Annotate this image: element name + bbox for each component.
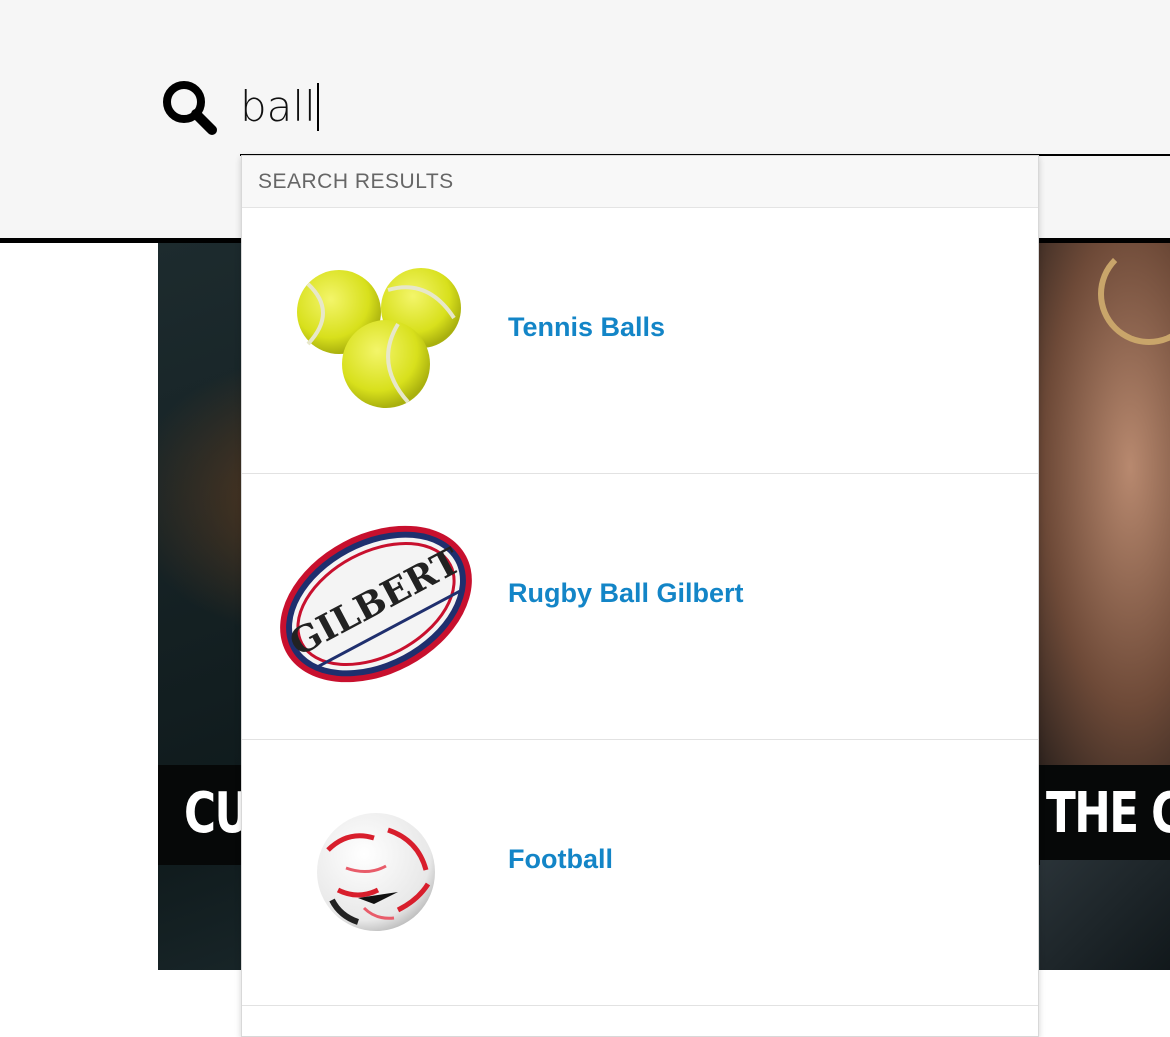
search-result-item[interactable]: Football <box>242 740 1038 1006</box>
hero-headline-left: CU <box>184 781 250 846</box>
search-icon[interactable] <box>160 78 220 136</box>
search-result-link[interactable]: Tennis Balls <box>508 312 665 343</box>
search-input[interactable]: ball <box>240 76 1170 156</box>
rugby-ball-image[interactable]: GILBERT <box>278 514 474 694</box>
search-result-item[interactable]: GILBERT Rugby Ball Gilbert <box>242 474 1038 740</box>
search-query-text: ball <box>240 82 319 131</box>
hero-jacket-image <box>1040 860 1170 970</box>
text-caret <box>316 83 319 131</box>
search-results-dropdown: SEARCH RESULTS Tennis Balls GILBERT Rugb… <box>241 155 1039 1037</box>
search-result-item[interactable]: Tennis Balls <box>242 208 1038 474</box>
search-result-link[interactable]: Football <box>508 844 613 875</box>
tennis-balls-image[interactable] <box>278 248 474 428</box>
search-result-link[interactable]: Rugby Ball Gilbert <box>508 578 744 609</box>
search-results-header: SEARCH RESULTS <box>242 156 1038 208</box>
hero-headline-right: THE GA <box>1046 781 1170 846</box>
football-image[interactable] <box>278 780 474 960</box>
